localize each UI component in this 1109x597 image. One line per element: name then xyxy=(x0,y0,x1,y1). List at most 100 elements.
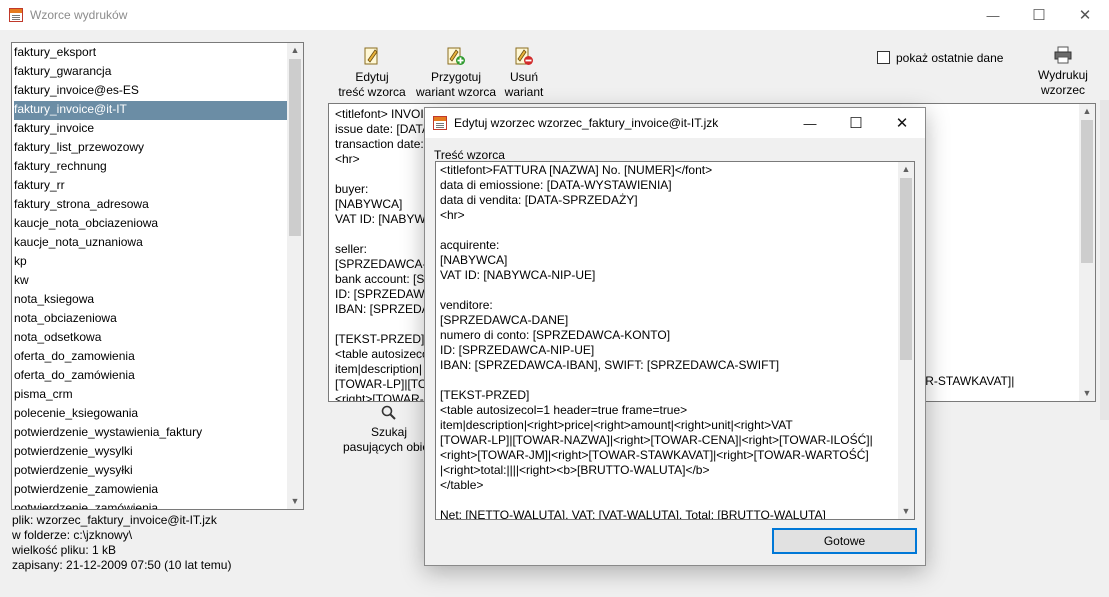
dialog-titlebar: Edytuj wzorzec wzorzec_faktury_invoice@i… xyxy=(425,108,925,138)
dialog-minimize-button[interactable]: — xyxy=(787,108,833,138)
content-label: Treść wzorca xyxy=(434,148,505,162)
editor-line: ID: [SPRZEDAWCA-NIP-UE] xyxy=(440,343,595,357)
template-list-item[interactable]: nota_odsetkowa xyxy=(14,329,287,348)
template-list-item[interactable]: potwierdzenie_wysylki xyxy=(14,443,287,462)
template-list-item[interactable]: potwierdzenie_wysyłki xyxy=(14,462,287,481)
scroll-up-icon[interactable]: ▲ xyxy=(287,43,303,58)
editor-line: item|description|<right>price|<right>amo… xyxy=(440,418,793,432)
edit-label-line1: Edytuj xyxy=(355,70,389,84)
template-list-item[interactable]: kw xyxy=(14,272,287,291)
editor-line: data di vendita: [DATA-SPRZEDAŻY] xyxy=(440,193,638,207)
editor-line: |<right>total:||||<right><b>[BRUTTO-WALU… xyxy=(440,463,710,477)
template-list-item[interactable]: polecenie_ksiegowania xyxy=(14,405,287,424)
preview-scroll-thumb[interactable] xyxy=(1081,120,1093,263)
template-content-editor[interactable]: <titlefont>FATTURA [NAZWA] No. [NUMER]</… xyxy=(435,161,915,520)
template-list-item[interactable]: potwierdzenie_wystawienia_faktury xyxy=(14,424,287,443)
template-list-item[interactable]: kp xyxy=(14,253,287,272)
template-list-item[interactable]: faktury_list_przewozowy xyxy=(14,139,287,158)
show-last-data-checkbox[interactable] xyxy=(877,51,890,64)
editor-line: [SPRZEDAWCA-DANE] xyxy=(440,313,569,327)
maximize-icon: ☐ xyxy=(1032,7,1046,24)
outer-edge-strip xyxy=(1100,100,1109,420)
editor-line: <titlefont>FATTURA [NAZWA] No. [NUMER]</… xyxy=(440,163,713,177)
preview-scrollbar[interactable]: ▲ ▼ xyxy=(1079,104,1095,401)
template-list-item[interactable]: kaucje_nota_uznaniowa xyxy=(14,234,287,253)
editor-line: [TEKST-PRZED] xyxy=(440,388,530,402)
scroll-thumb[interactable] xyxy=(289,59,301,236)
editor-line: numero di conto: [SPRZEDAWCA-KONTO] xyxy=(440,328,671,342)
template-list-item[interactable]: faktury_invoice@it-IT xyxy=(14,101,287,120)
preview-line: <hr> xyxy=(335,152,360,166)
preview-line: item|description| xyxy=(335,362,422,376)
print-template-button[interactable]: Wydrukuj wzorzec xyxy=(1034,46,1092,98)
editor-line: <right>[TOWAR-JM]|<right>[TOWAR-STAWKAVA… xyxy=(440,448,869,462)
template-list-item[interactable]: pisma_crm xyxy=(14,386,287,405)
preview-line: buyer: xyxy=(335,182,369,196)
minimize-icon: — xyxy=(986,7,1000,23)
template-list-item[interactable]: oferta_do_zamówienia xyxy=(14,367,287,386)
edit-template-button[interactable]: Edytuj treść wzorca xyxy=(335,46,409,100)
preview-line: <table autosizeco xyxy=(335,347,429,361)
editor-line: [NABYWCA] xyxy=(440,253,508,267)
file-folder-info: w folderze: c:\jzknowy\ xyxy=(12,528,133,542)
edit-label-line2: treść wzorca xyxy=(338,85,406,99)
print-label-line1: Wydrukuj xyxy=(1038,68,1088,82)
template-list-item[interactable]: faktury_invoice@es-ES xyxy=(14,82,287,101)
editor-scroll-thumb[interactable] xyxy=(900,178,912,360)
remove-variant-icon xyxy=(515,47,533,65)
editor-line: acquirente: xyxy=(440,238,500,252)
editor-scroll-down-icon[interactable]: ▼ xyxy=(898,504,914,519)
preview-line: <titlefont> INVOI xyxy=(335,107,424,121)
prepare-variant-button[interactable]: Przygotuj wariant wzorca xyxy=(413,46,499,100)
template-list-item[interactable]: faktury_strona_adresowa xyxy=(14,196,287,215)
editor-line: data di emiossione: [DATA-WYSTAWIENIA] xyxy=(440,178,672,192)
prepare-label-line2: wariant wzorca xyxy=(415,85,497,99)
dialog-close-button[interactable]: ✕ xyxy=(879,108,925,138)
editor-line: [TOWAR-LP]|[TOWAR-NAZWA]|<right>[TOWAR-C… xyxy=(440,433,873,447)
editor-line: </table> xyxy=(440,478,484,492)
preview-scroll-down-icon[interactable]: ▼ xyxy=(1079,386,1095,401)
editor-scroll-up-icon[interactable]: ▲ xyxy=(898,162,914,177)
file-size-info: wielkość pliku: 1 kB xyxy=(12,543,117,557)
dialog-title: Edytuj wzorzec wzorzec_faktury_invoice@i… xyxy=(454,116,719,130)
minimize-button[interactable]: — xyxy=(970,0,1016,30)
preview-line: issue date: [DATA xyxy=(335,122,430,136)
maximize-button[interactable]: ☐ xyxy=(1016,0,1062,30)
main-titlebar: Wzorce wydruków — ☐ ✕ xyxy=(0,0,1109,30)
preview-line: [SPRZEDAWCA-D xyxy=(335,257,436,271)
preview-line: VAT ID: [NABYW xyxy=(335,212,426,226)
close-button[interactable]: ✕ xyxy=(1062,0,1108,30)
dialog-close-icon: ✕ xyxy=(895,115,909,132)
app-icon xyxy=(9,8,23,22)
template-list[interactable]: faktury_eksport faktury_gwarancja faktury_… xyxy=(11,42,304,510)
edit-template-dialog: Edytuj wzorzec wzorzec_faktury_invoice@i… xyxy=(424,107,926,566)
file-saved-info: zapisany: 21-12-2009 07:50 (10 lat temu) xyxy=(12,558,232,572)
done-button[interactable]: Gotowe xyxy=(772,528,917,554)
dialog-maximize-button[interactable]: ☐ xyxy=(833,108,879,138)
template-list-item[interactable]: faktury_rechnung xyxy=(14,158,287,177)
close-icon: ✕ xyxy=(1078,7,1092,24)
template-list-item[interactable]: potwierdzenie_zamówienia xyxy=(14,500,287,509)
editor-line: IBAN: [SPRZEDAWCA-IBAN], SWIFT: [SPRZEDA… xyxy=(440,358,780,372)
editor-scrollbar[interactable]: ▲ ▼ xyxy=(898,162,914,519)
template-list-item[interactable]: faktury_gwarancja xyxy=(14,63,287,82)
template-list-item[interactable]: faktury_invoice xyxy=(14,120,287,139)
prepare-label-line1: Przygotuj xyxy=(430,70,482,84)
template-list-item[interactable]: faktury_rr xyxy=(14,177,287,196)
template-list-item[interactable]: oferta_do_zamowienia xyxy=(14,348,287,367)
template-list-item[interactable]: nota_obciazeniowa xyxy=(14,310,287,329)
template-list-item[interactable]: nota_ksiegowa xyxy=(14,291,287,310)
scroll-down-icon[interactable]: ▼ xyxy=(287,494,303,509)
editor-line: <hr> xyxy=(440,208,465,222)
template-list-item[interactable]: potwierdzenie_zamowienia xyxy=(14,481,287,500)
printer-icon xyxy=(1054,46,1072,64)
remove-variant-button[interactable]: Usuń wariant xyxy=(500,46,548,100)
dialog-maximize-icon: ☐ xyxy=(849,115,863,132)
template-list-item[interactable]: kaucje_nota_obciazeniowa xyxy=(14,215,287,234)
template-list-item[interactable]: faktury_eksport xyxy=(14,44,287,63)
window-title: Wzorce wydruków xyxy=(30,8,128,22)
preview-line: <right>[TOWAR- xyxy=(335,392,424,402)
file-name-info: plik: wzorzec_faktury_invoice@it-IT.jzk xyxy=(12,513,217,527)
preview-scroll-up-icon[interactable]: ▲ xyxy=(1079,104,1095,119)
template-list-scrollbar[interactable]: ▲ ▼ xyxy=(287,43,303,509)
